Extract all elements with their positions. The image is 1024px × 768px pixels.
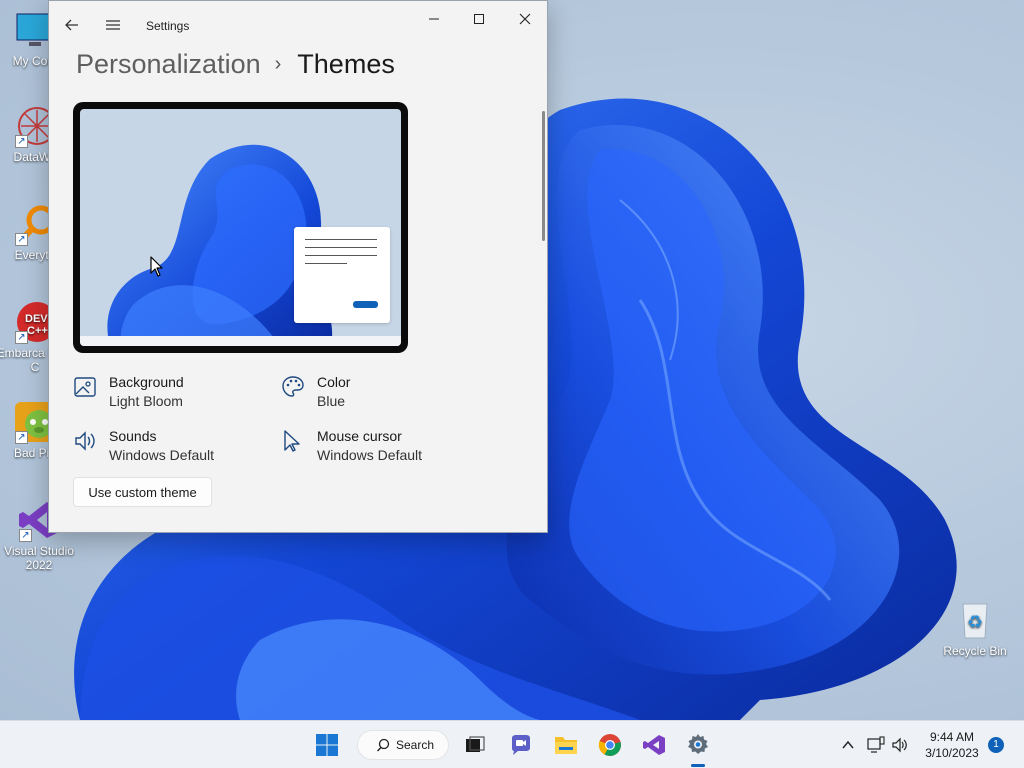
property-value: Windows Default xyxy=(317,447,423,463)
property-title: Mouse cursor xyxy=(317,428,402,444)
maximize-icon xyxy=(474,14,484,24)
use-custom-theme-button[interactable]: Use custom theme xyxy=(73,477,212,507)
maximize-button[interactable] xyxy=(457,5,501,33)
preview-dialog xyxy=(294,227,390,323)
settings-window: Settings Personalization › Themes Backgr… xyxy=(48,0,548,533)
back-button[interactable] xyxy=(58,11,86,39)
theme-preview xyxy=(73,102,408,353)
folder-icon xyxy=(555,737,577,754)
desktop-icon-label: Visual Studio 2022 xyxy=(4,544,74,572)
search-label: Search xyxy=(396,738,435,752)
volume-button[interactable] xyxy=(884,729,916,761)
property-sounds[interactable]: Sounds Windows Default xyxy=(73,427,214,465)
chrome-button[interactable] xyxy=(594,729,626,761)
page-title: Themes xyxy=(297,49,395,79)
title-bar[interactable]: Settings xyxy=(49,1,547,51)
back-arrow-icon xyxy=(65,19,78,31)
property-title: Sounds xyxy=(109,428,157,444)
notification-badge[interactable]: 1 xyxy=(988,737,1004,753)
start-button[interactable] xyxy=(311,729,343,761)
network-icon xyxy=(867,736,885,753)
volume-icon xyxy=(892,737,907,753)
active-app-indicator xyxy=(691,764,705,767)
clock-date: 3/10/2023 xyxy=(925,746,979,760)
mouse-pointer-icon xyxy=(150,256,163,277)
recycle-bin-icon: ♻ xyxy=(953,598,997,642)
breadcrumb: Personalization › Themes xyxy=(76,49,395,80)
breadcrumb-separator: › xyxy=(274,53,282,75)
property-mouse-cursor[interactable]: Mouse cursor Windows Default xyxy=(281,427,422,465)
task-view-button[interactable] xyxy=(459,729,491,761)
clock-time: 9:44 AM xyxy=(929,730,975,744)
image-icon xyxy=(74,377,96,397)
minimize-icon xyxy=(429,18,439,20)
palette-icon xyxy=(282,376,304,397)
visual-studio-icon xyxy=(643,735,665,755)
gear-icon xyxy=(688,734,708,754)
hamburger-icon xyxy=(106,20,120,30)
desktop-icon-label: Recycle Bin xyxy=(943,644,1007,658)
windows-logo-icon xyxy=(316,734,338,756)
window-title: Settings xyxy=(146,19,190,33)
chat-icon xyxy=(512,735,530,755)
cursor-icon xyxy=(284,430,300,452)
breadcrumb-personalization[interactable]: Personalization xyxy=(76,49,261,80)
chat-button[interactable] xyxy=(505,729,537,761)
clock[interactable]: 9:44 AM 3/10/2023 xyxy=(918,729,986,761)
svg-text:♻: ♻ xyxy=(967,612,983,633)
chrome-icon xyxy=(598,734,621,756)
visual-studio-button[interactable] xyxy=(638,729,670,761)
property-title: Background xyxy=(109,374,184,390)
menu-button[interactable] xyxy=(99,11,127,39)
property-title: Color xyxy=(317,374,351,390)
minimize-button[interactable] xyxy=(412,5,456,33)
taskbar-search[interactable]: Search xyxy=(357,730,449,760)
close-icon xyxy=(519,13,531,25)
svg-text:C++: C++ xyxy=(27,325,48,337)
close-button[interactable] xyxy=(503,5,547,33)
search-icon xyxy=(377,738,390,752)
property-value: Light Bloom xyxy=(109,393,183,409)
property-value: Windows Default xyxy=(109,447,215,463)
property-color[interactable]: Color Blue xyxy=(281,373,350,411)
file-explorer-button[interactable] xyxy=(550,729,582,761)
property-value: Blue xyxy=(317,393,346,409)
chevron-up-icon xyxy=(842,740,854,749)
desktop-icon-recycle-bin[interactable]: ♻ Recycle Bin xyxy=(936,598,1014,658)
scrollbar-thumb[interactable] xyxy=(542,111,545,241)
speaker-icon xyxy=(75,431,95,451)
taskbar: Search 9:44 AM 3/10/2023 1 xyxy=(0,720,1024,768)
task-view-icon xyxy=(466,736,485,752)
settings-taskbar-button[interactable] xyxy=(682,729,714,761)
svg-text:DEV: DEV xyxy=(25,313,48,325)
property-background[interactable]: Background Light Bloom xyxy=(73,373,184,411)
